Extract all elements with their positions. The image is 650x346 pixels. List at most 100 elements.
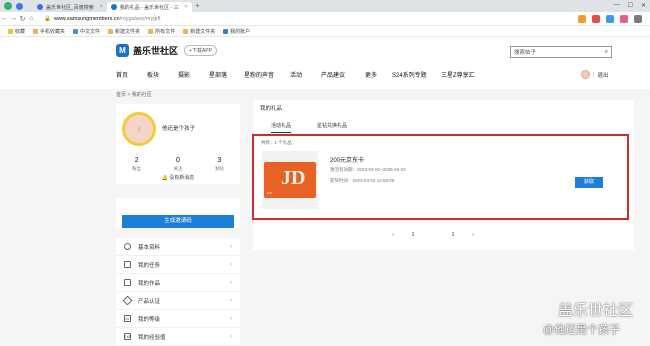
- url-field[interactable]: 🔒 www.samsungmembers.cn /mygalaxy/mygift: [44, 16, 161, 22]
- lightning-icon[interactable]: [578, 15, 586, 23]
- bookmark-item[interactable]: 我的账户: [223, 28, 250, 35]
- nav-item[interactable]: 产品建议: [321, 70, 365, 79]
- exp-icon: EXP: [124, 333, 132, 340]
- history-icon[interactable]: [16, 2, 23, 10]
- maximize-icon[interactable]: ☐: [628, 2, 633, 9]
- avatar[interactable]: [581, 70, 590, 79]
- url-path: /mygalaxy/mygift: [119, 15, 161, 22]
- no-message-notice[interactable]: 🔔 没有新消息: [116, 174, 240, 181]
- home-icon[interactable]: ⌂: [27, 15, 36, 22]
- claim-button[interactable]: 获取: [575, 177, 603, 188]
- download-app-button[interactable]: +下载APP: [184, 45, 217, 56]
- bookmark-item[interactable]: 手机收藏夹: [33, 28, 65, 35]
- chevron-right-icon: ›: [230, 333, 232, 340]
- search-placeholder: 搜索帖子: [514, 50, 537, 56]
- reload-icon[interactable]: ↻: [18, 15, 27, 23]
- cloud-icon[interactable]: [606, 15, 614, 23]
- menu-item-product-cert[interactable]: 产品认证 ›: [116, 292, 240, 310]
- back-icon[interactable]: ←: [0, 15, 9, 22]
- level-icon: LV: [124, 315, 131, 322]
- generate-invite-button[interactable]: 生成邀请码: [122, 215, 234, 228]
- stat-fans[interactable]: 2 粉丝: [132, 157, 141, 172]
- jd-card-icon: JD E卡: [264, 162, 316, 198]
- window-controls: — ☐ ✕: [614, 2, 646, 9]
- profile-menu: 基本资料 › 我的任务 › 我的作品 › 产品认证 › LV 我的等级 › EXP 我的经验值…: [116, 238, 240, 346]
- nav-item[interactable]: 活动: [290, 70, 321, 79]
- tab-my-gifts[interactable]: 我的礼品 - 盖乐世社区 - 三 ×: [106, 2, 192, 12]
- page-number[interactable]: 1: [405, 227, 421, 243]
- close-icon[interactable]: ×: [185, 4, 188, 10]
- nav-item[interactable]: 更多: [365, 70, 392, 79]
- bookmark-item[interactable]: 新建文件夹: [108, 28, 140, 35]
- address-bar: ← → ↻ ⌂ 🔒 www.samsungmembers.cn /mygalax…: [0, 12, 650, 26]
- menu-item-works[interactable]: 我的作品 ›: [116, 274, 240, 292]
- forward-icon[interactable]: →: [9, 15, 18, 22]
- bookmark-item[interactable]: 所有文件: [148, 28, 175, 35]
- page-title: 我的礼品: [260, 106, 283, 112]
- menu-item-level[interactable]: LV 我的等级 ›: [116, 310, 240, 328]
- logout-link[interactable]: 退出: [597, 71, 608, 79]
- gift-name: 200元京东卡: [330, 158, 365, 164]
- browser-tab-bar: 盖乐世社区_百度搜索 × 我的礼品 - 盖乐世社区 - 三 × + — ☐ ✕: [0, 0, 650, 12]
- profile-icon[interactable]: [620, 15, 628, 23]
- folder-icon: [183, 28, 189, 34]
- avatar[interactable]: ♀: [122, 112, 156, 146]
- chevron-right-icon: ›: [230, 297, 232, 304]
- nav-item[interactable]: 板块: [147, 70, 178, 79]
- tab-baidu-search[interactable]: 盖乐世社区_百度搜索 ×: [33, 2, 107, 12]
- menu-item-tasks[interactable]: 我的任务 ›: [116, 256, 240, 274]
- chevron-right-icon: ›: [230, 261, 232, 268]
- user-icon: [124, 243, 131, 250]
- nav-item[interactable]: 首页: [116, 70, 147, 79]
- bookmark-item[interactable]: 收藏: [8, 28, 25, 35]
- site-favicon-icon: [110, 4, 117, 10]
- gift-count: 共有：1 个礼品: [261, 140, 292, 145]
- tab-activity-gifts[interactable]: 活动礼品: [271, 122, 292, 133]
- breadcrumb: 首页 > 我的社区: [116, 92, 152, 98]
- gift-award-time: 获奖时间：2023-03-02 14:58:06: [330, 178, 395, 183]
- new-tab-icon[interactable]: +: [196, 3, 200, 10]
- page-icon: [73, 28, 79, 34]
- bookmark-item[interactable]: 中文文件: [73, 28, 100, 35]
- site-header: M 盖乐世社区 +下载APP 搜索帖子 ⌕ 首页 板块 摄影 星部落 星粉的声音…: [0, 37, 650, 89]
- site-logo[interactable]: M 盖乐世社区 +下载APP: [116, 44, 217, 57]
- gift-valid-period: 激活有效期：2023-03-02~2026-03-02: [330, 167, 406, 172]
- gift-item-highlight: 共有：1 个礼品 JD E卡 200元京东卡 激活有效期：2023-03-02~…: [252, 134, 629, 220]
- close-window-icon[interactable]: ✕: [641, 2, 646, 9]
- nav-item[interactable]: 三星Z尊享汇: [441, 70, 491, 79]
- next-page-icon[interactable]: ›: [465, 227, 481, 243]
- baidu-icon: [37, 4, 43, 10]
- nav-item[interactable]: 摄影: [178, 70, 209, 79]
- search-icon[interactable]: ⌕: [605, 49, 608, 56]
- profile-card: ♀ 他还是个孩子 2 粉丝 0 关注 3 发帖 🔔 没有新消息: [116, 104, 240, 184]
- chevron-right-icon: ›: [230, 315, 232, 322]
- page-current[interactable]: [425, 227, 441, 243]
- browser-toolbar: [578, 15, 642, 23]
- logo-icon: M: [116, 44, 129, 57]
- nav-item[interactable]: 星粉的声音: [244, 70, 290, 79]
- search-input[interactable]: 搜索帖子 ⌕: [510, 46, 612, 58]
- star-icon: [8, 28, 13, 34]
- pagination: ‹ 1 1 ›: [385, 227, 485, 243]
- menu-item-profile[interactable]: 基本资料 ›: [116, 238, 240, 256]
- close-icon[interactable]: ×: [100, 4, 103, 10]
- menu-icon[interactable]: [634, 15, 642, 23]
- nav-item[interactable]: S24系列专题: [392, 70, 441, 79]
- watermark-author: @他还是个孩子: [543, 324, 621, 336]
- menu-item-exp[interactable]: EXP 我的经验值 ›: [116, 328, 240, 346]
- folder-icon: [33, 28, 39, 34]
- nav-item[interactable]: 星部落: [209, 70, 244, 79]
- stat-posts[interactable]: 3 发帖: [215, 157, 224, 172]
- tab-diamond-gifts[interactable]: 星钻兑换礼品: [317, 122, 347, 133]
- page-number[interactable]: 1: [445, 227, 461, 243]
- stat-following[interactable]: 0 关注: [173, 157, 182, 172]
- prev-page-icon[interactable]: ‹: [385, 227, 401, 243]
- chevron-right-icon: ›: [230, 279, 232, 286]
- watermark-title: 盖乐世社区: [558, 302, 634, 319]
- bookmark-item[interactable]: 新建文件夹: [183, 28, 215, 35]
- gift-card-image[interactable]: JD E卡: [262, 151, 318, 209]
- logo-text: 盖乐世社区: [133, 46, 179, 56]
- badge-icon: [122, 295, 133, 306]
- minimize-icon[interactable]: —: [614, 2, 620, 9]
- extension-icon[interactable]: [592, 15, 600, 23]
